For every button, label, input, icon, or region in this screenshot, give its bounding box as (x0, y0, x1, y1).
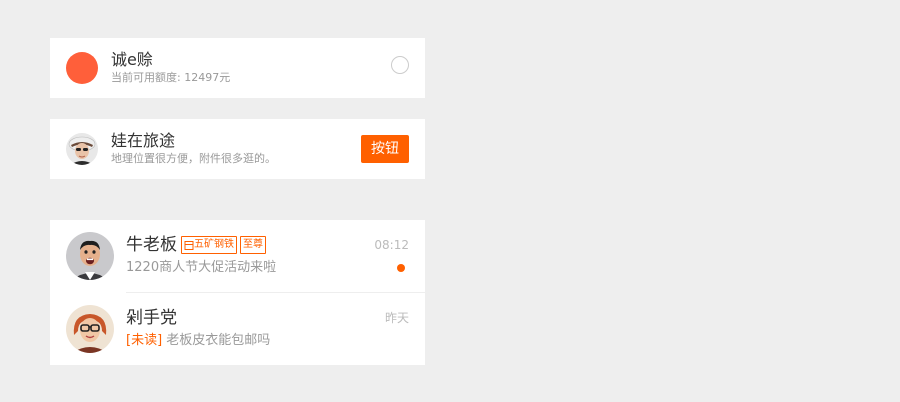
message-preview: 1220商人节大促活动来啦 (126, 260, 277, 275)
level-badge: 至尊 (240, 236, 266, 254)
travel-card[interactable]: 娃在旅途 地理位置很方便，附件很多逛的。 按钮 (50, 119, 425, 179)
unread-tag: [未读] (126, 333, 163, 348)
message-preview-line: [未读] 老板皮衣能包邮吗 (126, 332, 270, 350)
badge-group: 五矿钢铁 至尊 (181, 236, 269, 254)
credit-radio-button[interactable] (391, 56, 409, 74)
avatar (66, 232, 114, 280)
message-time: 08:12 (374, 238, 409, 252)
list-item[interactable]: 剁手党 昨天 [未读] 老板皮衣能包邮吗 (50, 293, 425, 365)
travel-title: 娃在旅途 (111, 131, 176, 150)
new-message-dot (397, 264, 405, 272)
person-avatar-icon (66, 305, 114, 353)
list-item[interactable]: 牛老板 五矿钢铁 至尊 08:12 1220商人节大促活动来啦 (50, 220, 425, 293)
shop-badge: 五矿钢铁 (181, 236, 237, 254)
contact-name: 剁手党 (126, 308, 177, 328)
credit-avatar-dot (66, 52, 98, 84)
person-avatar-icon (66, 232, 114, 280)
credit-subtitle: 当前可用额度: 12497元 (111, 71, 231, 84)
travel-subtitle: 地理位置很方便，附件很多逛的。 (111, 152, 276, 165)
message-time: 昨天 (384, 311, 409, 325)
shop-badge-label: 五矿钢铁 (194, 239, 234, 250)
avatar (66, 305, 114, 353)
avatar (66, 133, 98, 165)
credit-card[interactable]: 诚e赊 当前可用额度: 12497元 (50, 38, 425, 98)
person-avatar-icon (66, 133, 98, 165)
message-list: 牛老板 五矿钢铁 至尊 08:12 1220商人节大促活动来啦 剁手党 昨天 [未… (50, 220, 425, 365)
credit-title: 诚e赊 (111, 50, 153, 69)
contact-name: 牛老板 (126, 235, 177, 255)
action-button[interactable]: 按钮 (361, 135, 409, 163)
shop-icon (184, 237, 194, 253)
message-preview: 老板皮衣能包邮吗 (166, 333, 271, 348)
